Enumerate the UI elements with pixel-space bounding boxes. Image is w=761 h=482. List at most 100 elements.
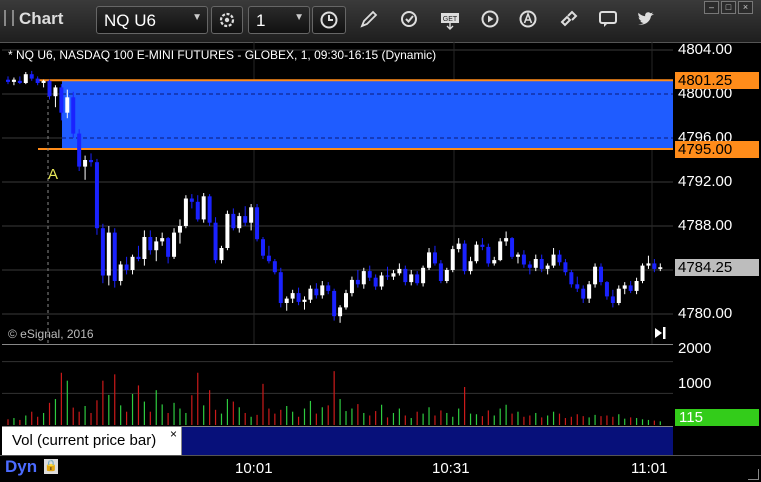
refresh-button[interactable]	[397, 8, 421, 32]
alerts-button[interactable]	[516, 8, 540, 32]
pencil-icon	[360, 10, 378, 28]
candle-body	[136, 256, 141, 259]
time-label: 10:01	[235, 460, 273, 477]
candle-body	[403, 268, 408, 283]
maximize-button[interactable]: □	[721, 1, 736, 14]
dynamic-mode-label[interactable]: Dyn	[5, 457, 37, 477]
candle-body	[219, 248, 224, 261]
chart-toolbar: Chart NQ U6 ▼ 1 ▼ GET – □ ×	[0, 0, 761, 43]
candle-body	[308, 288, 313, 300]
interval-value: 1	[256, 11, 266, 30]
candle-body	[427, 252, 432, 268]
annotation-a[interactable]: A	[48, 166, 58, 183]
minimize-button[interactable]: –	[704, 1, 719, 14]
volume-bars	[7, 371, 661, 425]
candle-body	[640, 265, 645, 281]
candle-body	[166, 238, 171, 257]
scroll-to-end-icon[interactable]	[655, 327, 666, 339]
draw-pencil-button[interactable]	[357, 8, 381, 32]
candle-body	[646, 263, 651, 266]
candle-body	[480, 244, 485, 247]
candle-body	[124, 264, 129, 270]
candle-body	[616, 288, 621, 303]
price-tick-label: 4792.00	[678, 173, 733, 190]
highlighted-price-zone[interactable]	[62, 80, 673, 149]
chevron-down-icon[interactable]: ▼	[294, 12, 304, 23]
twitter-button[interactable]	[634, 8, 658, 32]
price-tick-label: 4788.00	[678, 217, 733, 234]
lower-level-price-tag[interactable]: 4795.00	[675, 141, 759, 158]
candle-body	[379, 275, 384, 287]
alert-icon	[519, 10, 537, 28]
candle-body	[367, 271, 372, 278]
link-button[interactable]	[557, 8, 581, 32]
candle-body	[444, 270, 449, 281]
get-data-button[interactable]: GET	[438, 8, 462, 32]
candle-body	[658, 267, 663, 269]
candle-body	[23, 74, 28, 83]
candle-body	[456, 243, 461, 250]
replay-button[interactable]	[478, 8, 502, 32]
chart-window: Chart NQ U6 ▼ 1 ▼ GET – □ × A * NQ U6, N…	[0, 0, 761, 482]
candle-body	[569, 272, 574, 285]
candle-body	[160, 238, 165, 242]
upper-level-price-tag[interactable]: 4801.25	[675, 72, 759, 90]
close-window-button[interactable]: ×	[738, 1, 753, 14]
candle-body	[302, 299, 307, 302]
time-axis-bar: Dyn 🔒 10:01 10:31 11:01	[0, 455, 761, 482]
chart-title[interactable]: Chart	[4, 9, 63, 29]
candle-body	[284, 298, 289, 303]
candle-body	[71, 97, 76, 134]
refresh-icon	[401, 11, 417, 27]
candle-body	[106, 232, 111, 276]
candle-body	[47, 80, 52, 97]
candle-body	[83, 160, 88, 167]
symbol-selector[interactable]: NQ U6 ▼	[96, 6, 208, 34]
candle-body	[249, 207, 254, 223]
candle-body	[521, 254, 526, 265]
candle-body	[545, 265, 550, 269]
candle-body	[355, 279, 360, 285]
candle-body	[498, 241, 503, 261]
chart-title-label: Chart	[19, 9, 64, 28]
candle-body	[415, 274, 420, 284]
candle-body	[118, 264, 123, 281]
volume-study-label[interactable]: Vol (current price bar)	[2, 427, 182, 455]
candle-body	[94, 162, 99, 229]
copyright-watermark: © eSignal, 2016	[8, 327, 94, 341]
time-label: 10:31	[432, 460, 470, 477]
close-study-icon[interactable]: ×	[170, 427, 177, 441]
link-icon	[560, 10, 578, 27]
volume-pane[interactable]	[2, 344, 673, 427]
candle-body	[338, 307, 343, 317]
candle-body	[533, 259, 538, 268]
candle-body	[243, 216, 248, 223]
resize-grip-icon[interactable]	[748, 469, 759, 480]
get-icon-text: GET	[443, 16, 458, 23]
candle-body	[213, 222, 218, 261]
candle-body	[581, 288, 586, 299]
symbol-settings-button[interactable]	[211, 6, 243, 34]
candle-body	[89, 160, 94, 163]
candle-body	[255, 207, 260, 240]
candle-body	[515, 254, 520, 257]
lock-icon[interactable]: 🔒	[44, 459, 58, 474]
interval-selector[interactable]: 1 ▼	[248, 6, 310, 34]
comment-button[interactable]	[596, 8, 620, 32]
candle-body	[599, 266, 603, 283]
candle-body	[486, 246, 491, 264]
candle-body	[539, 259, 544, 269]
candle-body	[391, 273, 396, 277]
study-legend-bar: Vol (current price bar) ×	[2, 426, 673, 455]
price-chart-pane[interactable]: A	[2, 42, 673, 344]
candle-body	[622, 285, 627, 289]
drag-grip-icon[interactable]	[4, 10, 14, 26]
chevron-down-icon[interactable]: ▼	[192, 12, 202, 23]
candle-body	[177, 226, 182, 233]
chart-description: * NQ U6, NASDAQ 100 E-MINI FUTURES - GLO…	[8, 48, 437, 62]
candle-body	[195, 201, 200, 220]
interval-settings-button[interactable]	[312, 6, 346, 34]
symbol-value: NQ U6	[104, 11, 156, 30]
time-label: 11:01	[631, 460, 668, 477]
candle-body	[53, 87, 58, 97]
